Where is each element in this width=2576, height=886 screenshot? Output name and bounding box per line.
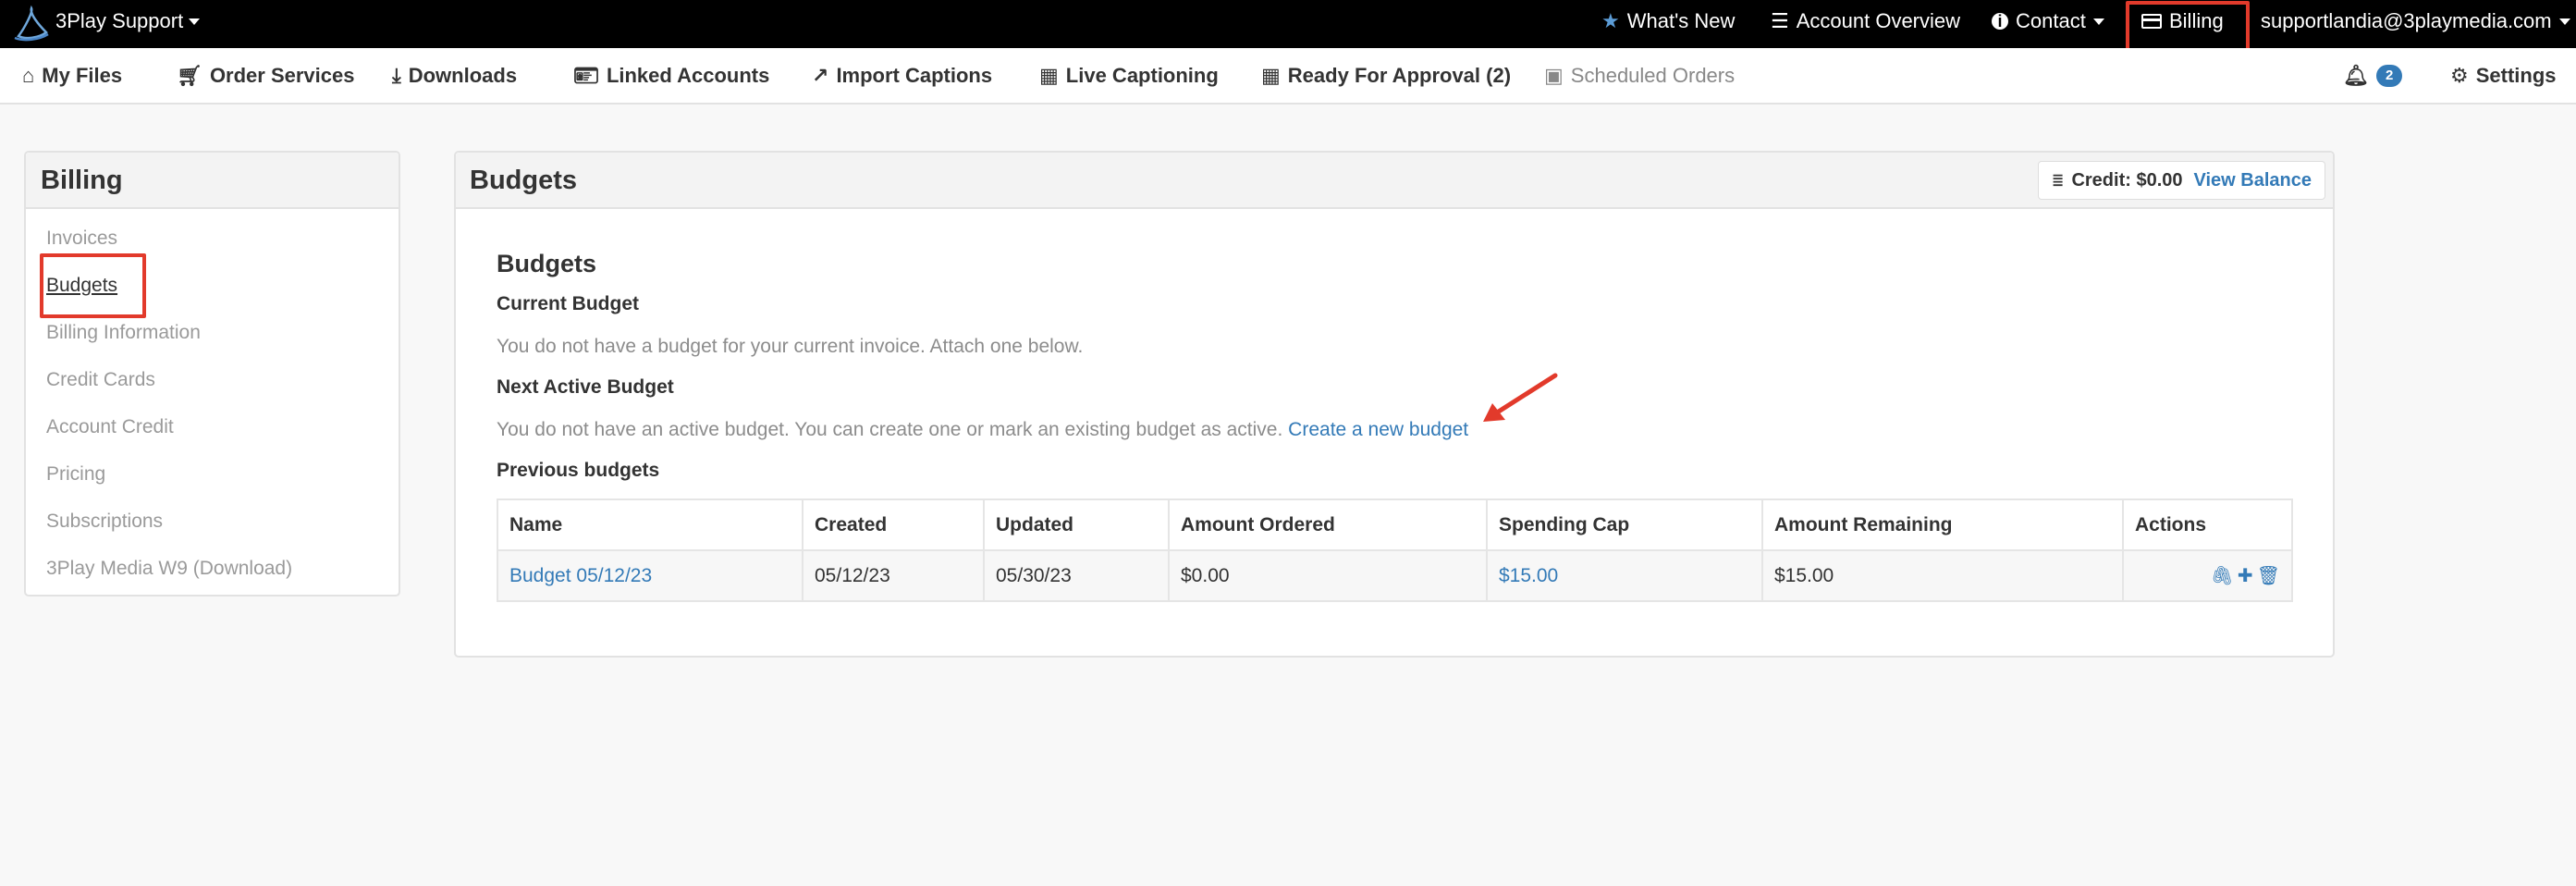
user-email: supportlandia@3playmedia.com <box>2261 9 2552 32</box>
notification-count-badge: 2 <box>2375 65 2403 87</box>
whats-new-link[interactable]: ★ What's New <box>1601 9 1735 33</box>
nav-scheduled-orders[interactable]: ▣ Scheduled Orders <box>1544 64 1735 88</box>
column-header-created: Created <box>802 498 985 551</box>
budget-actions: 🖇︎ ✚ 🗑︎ <box>2122 549 2293 602</box>
nav-live-captioning[interactable]: ▦ Live Captioning <box>1039 64 1219 88</box>
credit-amount: Credit: $0.00 <box>2071 169 2183 191</box>
nav-settings[interactable]: ⚙ Settings <box>2450 64 2557 88</box>
budget-spending-cap-link[interactable]: $15.00 <box>1486 549 1763 602</box>
table-row: Budget 05/12/23 05/12/23 05/30/23 $0.00 … <box>497 549 2293 602</box>
paperclip-icon[interactable]: 🖇︎ <box>2210 564 2233 587</box>
star-icon: ★ <box>1601 9 1620 32</box>
account-overview-link[interactable]: ☰ Account Overview <box>1771 9 1960 33</box>
contact-label: Contact <box>2016 9 2086 32</box>
column-header-updated: Updated <box>983 498 1170 551</box>
account-overview-label: Account Overview <box>1796 9 1961 32</box>
sidebar-title: Billing <box>26 153 399 209</box>
budget-updated: 05/30/23 <box>983 549 1170 602</box>
info-icon: i <box>1992 13 2008 30</box>
chevron-down-icon <box>2558 18 2570 25</box>
budgets-highlight-box <box>40 253 146 318</box>
trash-icon[interactable]: 🗑︎ <box>2257 564 2280 587</box>
table-header-row: Name Created Updated Amount Ordered Spen… <box>497 498 2293 551</box>
sidebar-item-invoices[interactable]: Invoices <box>46 228 117 250</box>
nav-settings-label: Settings <box>2475 64 2557 87</box>
section-title: Budgets <box>497 250 596 277</box>
nav-downloads[interactable]: ⤓ Downloads <box>392 64 517 88</box>
budget-created: 05/12/23 <box>802 549 985 602</box>
id-card-icon: 🪪︎ <box>573 64 599 87</box>
chevron-down-icon <box>2092 18 2104 25</box>
home-icon: ⌂ <box>22 64 35 87</box>
sidebar-item-w9-download[interactable]: 3Play Media W9 (Download) <box>46 558 292 580</box>
calendar-plus-icon: ▣ <box>1544 64 1564 87</box>
page-title: Budgets <box>470 166 577 195</box>
brand-menu[interactable]: 3Play Support <box>55 9 201 33</box>
logo-icon <box>14 5 49 42</box>
notifications-button[interactable]: 🔔︎ 2 <box>2343 64 2403 88</box>
sidebar-item-pricing[interactable]: Pricing <box>46 463 105 486</box>
secondary-navbar: ⌂ My Files 🛒︎ Order Services ⤓ Downloads… <box>0 48 2576 105</box>
column-header-amount-remaining: Amount Remaining <box>1761 498 2124 551</box>
budget-amount-remaining: $15.00 <box>1761 549 2124 602</box>
sidebar-item-credit-cards[interactable]: Credit Cards <box>46 369 155 391</box>
brand-name: 3Play Support <box>55 9 184 32</box>
current-budget-text: You do not have a budget for your curren… <box>497 336 1084 357</box>
nav-linked-accounts-label: Linked Accounts <box>606 64 770 87</box>
calendar-icon: ▦ <box>1039 64 1059 87</box>
sidebar-item-account-credit[interactable]: Account Credit <box>46 416 174 438</box>
plus-icon[interactable]: ✚ <box>2238 564 2253 587</box>
billing-sidebar: Billing Invoices Budgets Billing Informa… <box>24 151 400 597</box>
database-icon: ≣ <box>2052 173 2065 189</box>
column-header-amount-ordered: Amount Ordered <box>1168 498 1488 551</box>
calendar-icon: ▦ <box>1261 64 1281 87</box>
next-budget-text: You do not have an active budget. You ca… <box>497 419 1283 440</box>
nav-import-captions-label: Import Captions <box>836 64 993 87</box>
create-budget-link[interactable]: Create a new budget <box>1288 419 1468 440</box>
nav-import-captions[interactable]: ↗ Import Captions <box>812 64 992 88</box>
annotation-arrow-icon <box>1483 373 1558 422</box>
column-header-spending-cap: Spending Cap <box>1486 498 1763 551</box>
share-icon: ↗ <box>812 64 829 87</box>
current-budget-heading: Current Budget <box>497 293 639 314</box>
gear-icon: ⚙ <box>2450 64 2469 87</box>
nav-order-services-label: Order Services <box>209 64 355 87</box>
nav-scheduled-orders-label: Scheduled Orders <box>1570 64 1736 87</box>
sidebar-item-billing-information[interactable]: Billing Information <box>46 322 201 344</box>
brand-logo[interactable] <box>11 5 52 42</box>
next-budget-text-row: You do not have an active budget. You ca… <box>497 419 1468 441</box>
nav-order-services[interactable]: 🛒︎ Order Services <box>177 64 354 88</box>
budgets-table: Name Created Updated Amount Ordered Spen… <box>497 498 2293 602</box>
budget-name-link[interactable]: Budget 05/12/23 <box>497 549 803 602</box>
bell-icon: 🔔︎ <box>2343 64 2369 87</box>
view-balance-link[interactable]: View Balance <box>2194 170 2312 191</box>
previous-budgets-heading: Previous budgets <box>497 460 660 481</box>
chevron-down-icon <box>189 18 201 25</box>
whats-new-label: What's New <box>1626 9 1736 32</box>
budget-amount-ordered: $0.00 <box>1168 549 1488 602</box>
next-budget-heading: Next Active Budget <box>497 376 674 398</box>
nav-linked-accounts[interactable]: 🪪︎ Linked Accounts <box>573 64 769 88</box>
nav-ready-for-approval-label: Ready For Approval (2) <box>1287 64 1512 87</box>
column-header-actions: Actions <box>2122 498 2293 551</box>
nav-live-captioning-label: Live Captioning <box>1065 64 1219 87</box>
nav-ready-for-approval[interactable]: ▦ Ready For Approval (2) <box>1261 64 1511 88</box>
billing-highlight-box <box>2126 1 2250 53</box>
column-header-name: Name <box>497 498 803 551</box>
credit-summary: ≣ Credit: $0.00 View Balance <box>2038 161 2325 200</box>
contact-menu[interactable]: i Contact <box>1992 9 2104 33</box>
nav-my-files[interactable]: ⌂ My Files <box>22 64 122 88</box>
download-icon: ⤓ <box>392 64 401 87</box>
cart-icon: 🛒︎ <box>177 64 202 87</box>
list-icon: ☰ <box>1771 9 1789 32</box>
nav-my-files-label: My Files <box>42 64 123 87</box>
panel-header: Budgets ≣ Credit: $0.00 View Balance <box>456 153 2333 209</box>
user-menu[interactable]: supportlandia@3playmedia.com <box>2261 9 2570 33</box>
nav-downloads-label: Downloads <box>408 64 518 87</box>
sidebar-item-subscriptions[interactable]: Subscriptions <box>46 511 163 533</box>
